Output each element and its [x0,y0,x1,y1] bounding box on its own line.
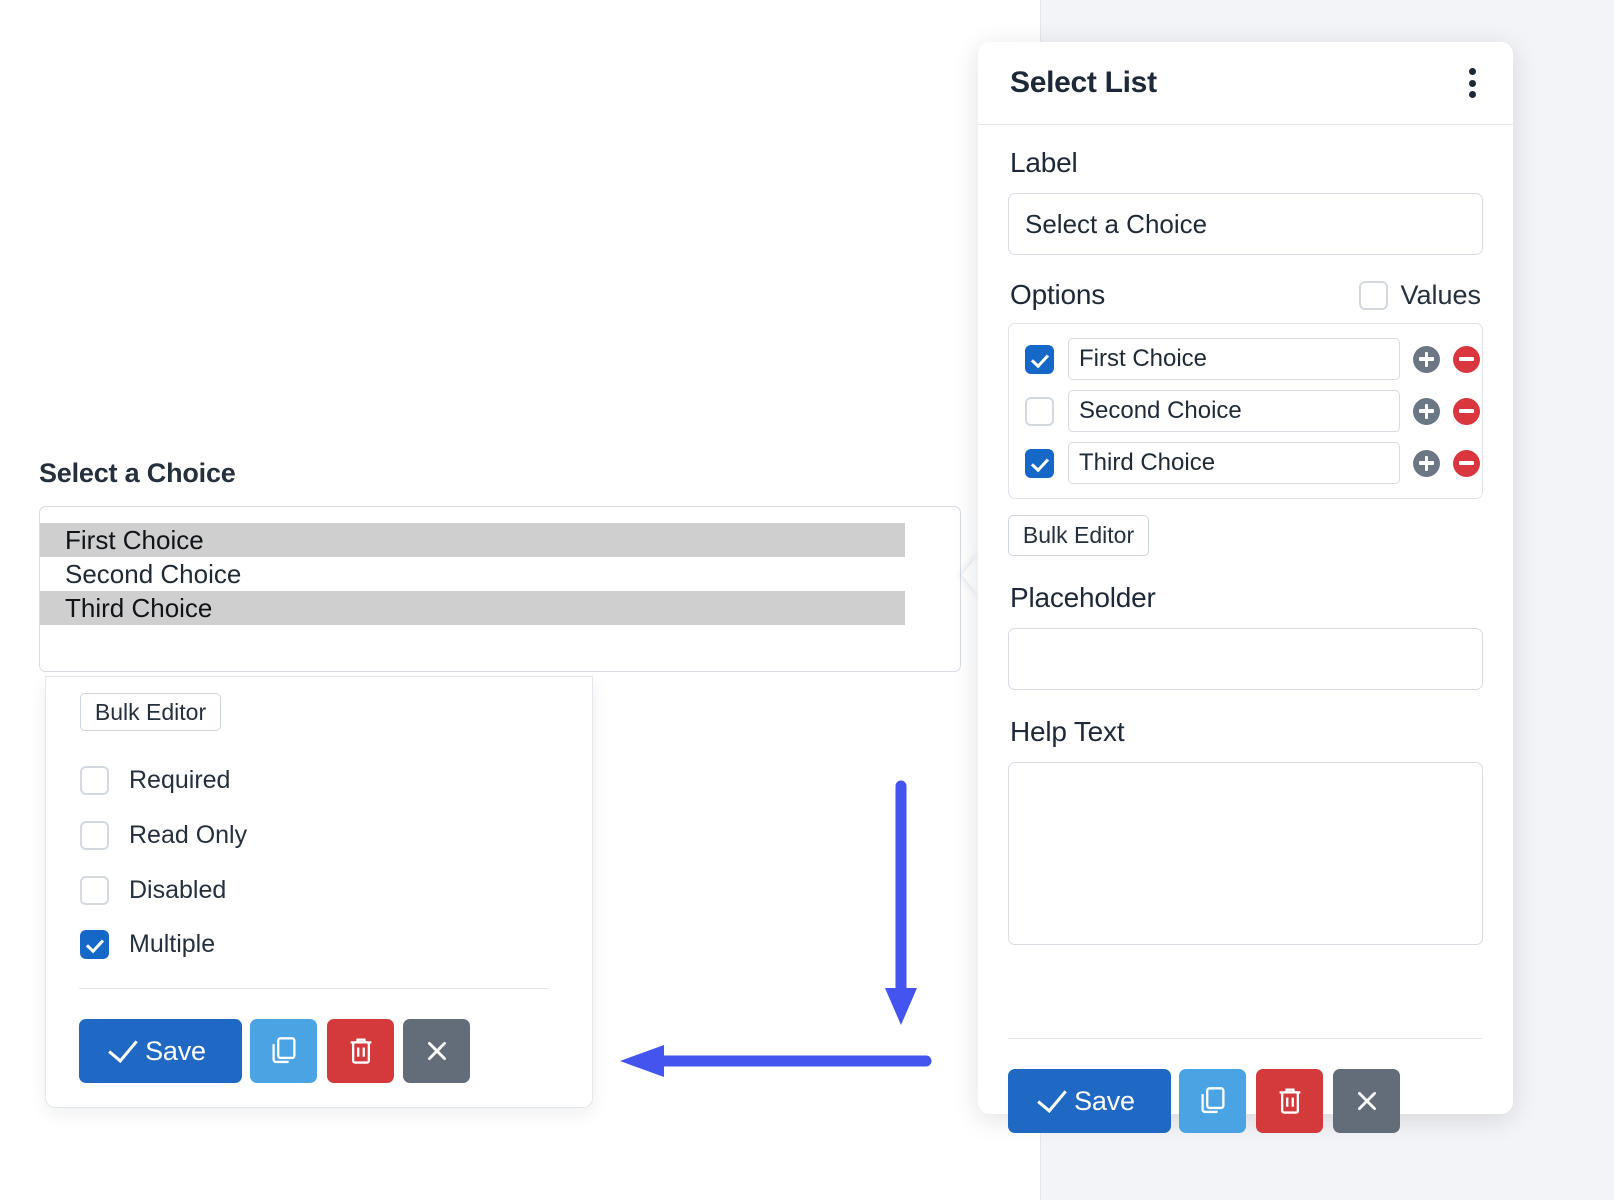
options-heading: Options [1010,279,1105,311]
settings-card-divider [79,988,548,989]
panel-footer-divider [1008,1038,1482,1039]
checkbox-read-only[interactable] [80,821,109,850]
option-text-input[interactable] [1068,338,1400,380]
preview-field-label: Select a Choice [39,458,236,489]
plus-circle-icon[interactable] [1413,398,1440,425]
trash-icon [1277,1086,1303,1116]
option-row [1025,390,1470,432]
checkbox-required[interactable] [80,766,109,795]
kebab-dot [1469,91,1476,98]
values-toggle-label: Values [1400,280,1481,311]
trash-icon [348,1036,374,1066]
toggle-label: Multiple [129,930,215,959]
listbox-option[interactable]: Third Choice [40,591,905,625]
delete-button-preview[interactable] [327,1019,394,1083]
close-icon [1354,1088,1380,1114]
checkbox-option-default[interactable] [1025,345,1054,374]
checkbox-values[interactable] [1359,281,1388,310]
help-text-heading: Help Text [1010,716,1483,748]
placeholder-heading: Placeholder [1010,582,1483,614]
help-text-textarea[interactable] [1008,762,1483,945]
label-input[interactable] [1008,193,1483,255]
checkbox-multiple[interactable] [80,930,109,959]
kebab-menu-icon[interactable] [1461,68,1483,98]
panel-header: Select List [978,42,1513,125]
options-header-row: Options Values [1008,279,1483,311]
bulk-editor-button-panel[interactable]: Bulk Editor [1008,515,1149,556]
listbox-option[interactable]: First Choice [40,523,905,557]
close-button-preview[interactable] [403,1019,470,1083]
toggle-disabled[interactable]: Disabled [80,876,226,905]
close-icon [424,1038,450,1064]
toggle-label: Read Only [129,821,247,850]
toggle-read-only[interactable]: Read Only [80,821,247,850]
minus-circle-icon[interactable] [1453,346,1480,373]
minus-circle-icon[interactable] [1453,450,1480,477]
toggle-required[interactable]: Required [80,766,230,795]
save-button-preview[interactable]: Save [79,1019,242,1083]
close-button-panel[interactable] [1333,1069,1400,1133]
bulk-editor-button-preview[interactable]: Bulk Editor [80,693,221,731]
kebab-dot [1469,80,1476,87]
values-toggle[interactable]: Values [1359,280,1481,311]
duplicate-button-panel[interactable] [1179,1069,1246,1133]
delete-button-panel[interactable] [1256,1069,1323,1133]
checkbox-option-default[interactable] [1025,449,1054,478]
label-field-heading: Label [1010,147,1483,179]
toggle-label: Disabled [129,876,226,905]
panel-title: Select List [1010,66,1157,100]
toggle-label: Required [129,766,230,795]
preview-select-listbox[interactable]: First Choice Second Choice Third Choice [39,506,961,672]
listbox-option[interactable]: Second Choice [40,557,905,591]
save-button-label: Save [1074,1086,1135,1117]
select-list-editor-panel: Select List Label Options Values [978,42,1513,1114]
save-button-panel[interactable]: Save [1008,1069,1171,1133]
placeholder-input[interactable] [1008,628,1483,690]
kebab-dot [1469,68,1476,75]
panel-body: Label Options Values [978,125,1513,950]
checkbox-disabled[interactable] [80,876,109,905]
check-icon [108,1032,138,1063]
check-icon [1037,1082,1067,1113]
save-button-label: Save [145,1036,206,1067]
down-arrow-annotation [860,770,970,1060]
duplicate-button-preview[interactable] [250,1019,317,1083]
plus-circle-icon[interactable] [1413,346,1440,373]
option-text-input[interactable] [1068,390,1400,432]
minus-circle-icon[interactable] [1453,398,1480,425]
options-list [1008,323,1483,499]
option-row [1025,338,1470,380]
copy-icon [270,1036,298,1066]
plus-circle-icon[interactable] [1413,450,1440,477]
toggle-multiple[interactable]: Multiple [80,930,215,959]
option-text-input[interactable] [1068,442,1400,484]
option-row [1025,442,1470,484]
copy-icon [1199,1086,1227,1116]
left-arrow-annotation [600,1035,940,1095]
checkbox-option-default[interactable] [1025,397,1054,426]
